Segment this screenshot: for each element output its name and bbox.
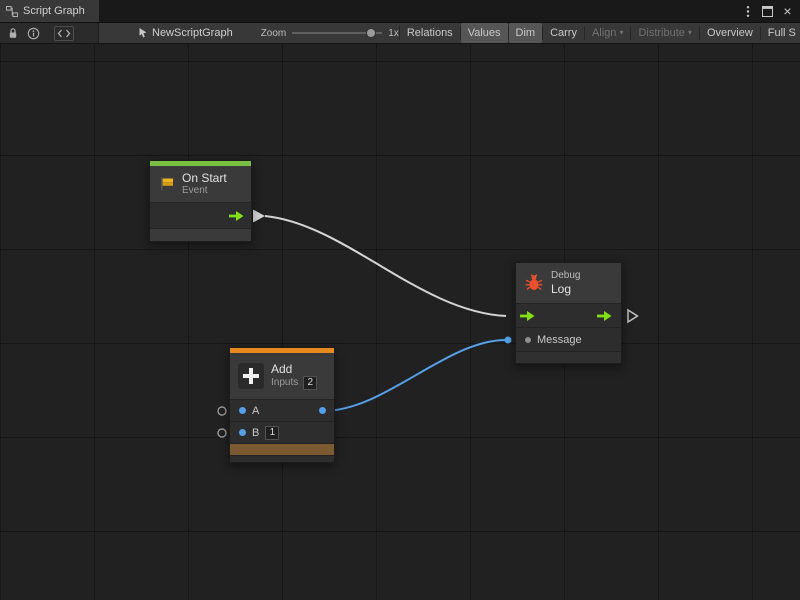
zoom-slider[interactable] xyxy=(292,27,382,39)
kebab-menu-icon[interactable] xyxy=(739,3,756,20)
graph-asset-button[interactable]: NewScriptGraph xyxy=(137,27,233,39)
inputs-count-field[interactable]: 2 xyxy=(303,376,317,390)
node-subtitle: Inputs xyxy=(271,377,298,390)
toolbar-middle-group: NewScriptGraph Zoom 1x xyxy=(99,27,399,39)
on-start-header: On Start Event xyxy=(150,166,251,202)
maximize-icon[interactable] xyxy=(759,3,776,20)
chevron-down-icon: ▾ xyxy=(688,23,692,43)
add-input-a-row: A xyxy=(230,399,334,421)
port-label: B xyxy=(252,427,259,439)
flow-input-port[interactable] xyxy=(520,310,535,322)
chevron-down-icon: ▾ xyxy=(619,23,623,43)
graph-toolbar: NewScriptGraph Zoom 1x Relations Values … xyxy=(0,22,800,44)
node-on-start[interactable]: On Start Event xyxy=(149,160,252,242)
add-header: Add Inputs 2 xyxy=(230,353,334,399)
log-flow-row xyxy=(516,303,621,327)
graph-asset-icon xyxy=(137,27,148,39)
code-view-icon[interactable] xyxy=(54,26,74,41)
message-input-port[interactable] xyxy=(525,337,531,343)
add-input-b-outer-port[interactable] xyxy=(218,429,226,437)
port-label: A xyxy=(252,405,259,417)
overview-button[interactable]: Overview xyxy=(700,23,760,43)
wire-add-to-message[interactable] xyxy=(323,340,506,411)
debug-log-footer xyxy=(516,351,621,363)
add-footer-accent xyxy=(230,443,334,455)
plus-icon xyxy=(238,363,264,389)
graph-canvas[interactable]: On Start Event xyxy=(0,44,800,600)
add-input-a-outer-port[interactable] xyxy=(218,407,226,415)
toolbar-left-group xyxy=(0,23,99,43)
close-icon[interactable]: × xyxy=(779,3,796,20)
info-icon[interactable] xyxy=(27,27,40,40)
toolbar-button-group: Relations Values Dim Carry Align▾ Distri… xyxy=(399,23,800,43)
node-title: Log xyxy=(551,282,580,296)
on-start-output-row xyxy=(150,202,251,228)
graph-name: NewScriptGraph xyxy=(152,27,233,39)
tab-title: Script Graph xyxy=(23,5,85,17)
node-title: On Start xyxy=(182,171,227,185)
tab-script-graph[interactable]: Script Graph xyxy=(0,0,99,22)
node-category: Debug xyxy=(551,270,580,283)
node-debug-log[interactable]: Debug Log Message xyxy=(515,262,622,364)
zoom-control: Zoom 1x xyxy=(261,27,399,39)
wire-end-port-dot xyxy=(505,337,512,344)
wire-start-cap xyxy=(253,210,265,223)
log-output-flow-triangle[interactable] xyxy=(628,310,638,322)
node-subtitle: Event xyxy=(182,185,227,198)
add-footer xyxy=(230,455,334,462)
input-b-value-field[interactable]: 1 xyxy=(265,426,279,440)
bug-icon xyxy=(524,274,544,292)
values-button[interactable]: Values xyxy=(461,23,508,43)
on-start-footer xyxy=(150,228,251,241)
flag-icon xyxy=(158,176,175,192)
distribute-dropdown[interactable]: Distribute▾ xyxy=(631,23,698,43)
script-graph-icon xyxy=(6,6,18,17)
relations-button[interactable]: Relations xyxy=(400,23,460,43)
wire-onstart-to-log[interactable] xyxy=(265,216,506,316)
lock-icon[interactable] xyxy=(7,27,19,40)
title-bar: Script Graph × xyxy=(0,0,800,22)
zoom-slider-knob[interactable] xyxy=(366,28,376,38)
debug-log-header: Debug Log xyxy=(516,263,621,303)
node-title: Add xyxy=(271,362,317,376)
add-input-b-row: B 1 xyxy=(230,421,334,443)
script-graph-window: Script Graph × xyxy=(0,0,800,600)
fullscreen-button[interactable]: Full S xyxy=(761,23,800,43)
flow-output-port[interactable] xyxy=(229,210,244,222)
input-a-port[interactable] xyxy=(239,407,246,414)
log-message-row: Message xyxy=(516,327,621,351)
flow-output-port[interactable] xyxy=(597,310,612,322)
zoom-label: Zoom xyxy=(261,28,287,39)
align-dropdown[interactable]: Align▾ xyxy=(585,23,630,43)
sum-output-port[interactable] xyxy=(319,407,326,414)
zoom-value: 1x xyxy=(388,28,399,39)
port-label: Message xyxy=(537,334,582,346)
wire-layer xyxy=(0,44,800,600)
input-b-port[interactable] xyxy=(239,429,246,436)
carry-button[interactable]: Carry xyxy=(543,23,584,43)
node-add[interactable]: Add Inputs 2 A B 1 xyxy=(229,347,335,463)
dim-button[interactable]: Dim xyxy=(509,23,543,43)
window-controls: × xyxy=(739,0,800,22)
